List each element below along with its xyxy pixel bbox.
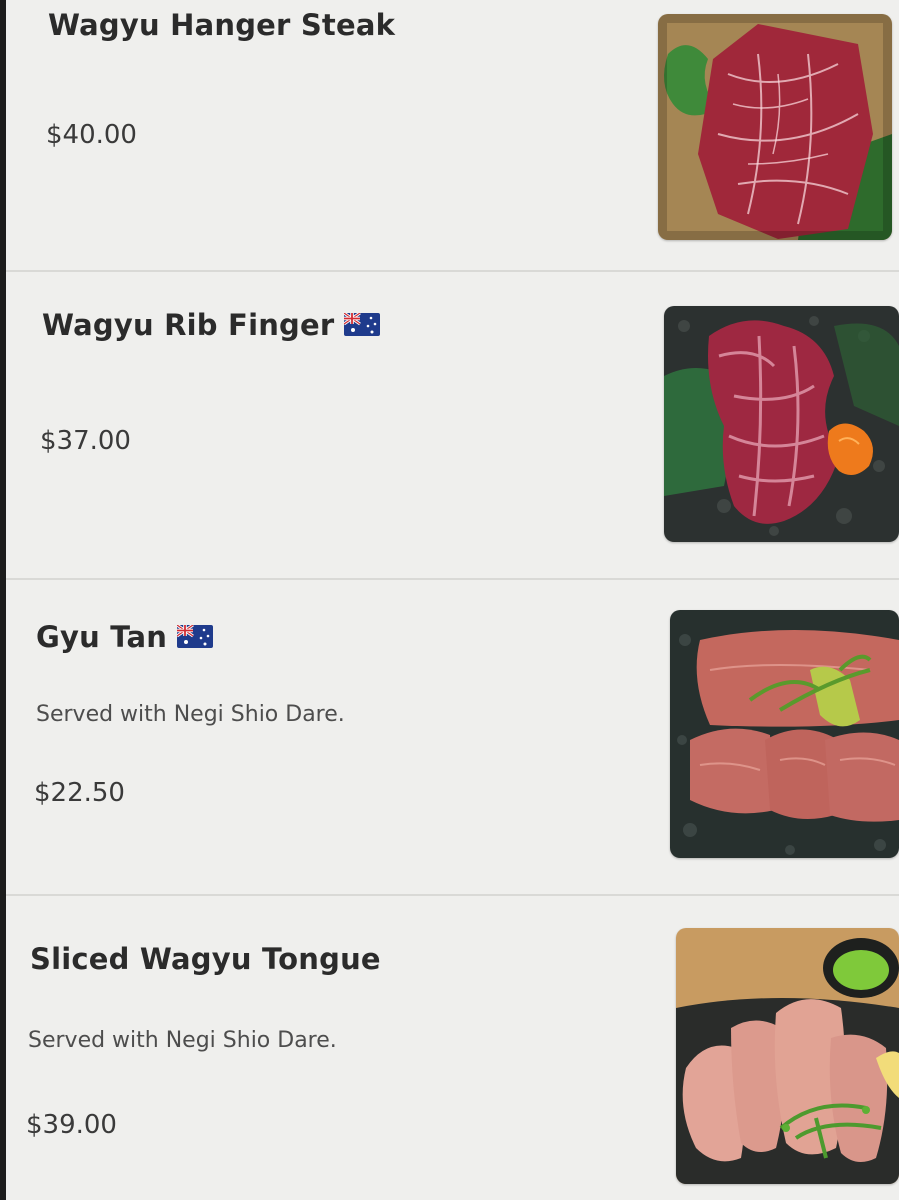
item-description: Served with Negi Shio Dare. (36, 702, 345, 727)
item-name: Wagyu Rib Finger (42, 308, 381, 342)
wagyu-hanger-steak-photo[interactable] (658, 14, 892, 240)
australia-flag-icon (177, 624, 214, 648)
wagyu-rib-finger-photo[interactable] (664, 306, 899, 542)
item-description: Served with Negi Shio Dare. (28, 1028, 337, 1053)
item-name: Sliced Wagyu Tongue (30, 942, 381, 976)
menu-item[interactable]: Sliced Wagyu Tongue Served with Negi Shi… (6, 896, 899, 1200)
item-price: $40.00 (46, 120, 137, 150)
item-name: Gyu Tan (36, 620, 214, 654)
item-name-text: Wagyu Hanger Steak (48, 8, 396, 42)
menu-item[interactable]: Gyu Tan Served with Negi Shio Dare. $22.… (6, 580, 899, 894)
item-price: $39.00 (26, 1110, 117, 1140)
sliced-wagyu-tongue-photo[interactable] (676, 928, 899, 1184)
australia-flag-icon (344, 312, 381, 336)
item-name-text: Sliced Wagyu Tongue (30, 942, 381, 976)
menu-screen: Wagyu Hanger Steak $40.00 Wagyu Rib Fing… (6, 0, 899, 1200)
item-name: Wagyu Hanger Steak (48, 8, 395, 42)
item-price: $37.00 (40, 426, 131, 456)
menu-item[interactable]: Wagyu Rib Finger $37.00 (6, 272, 899, 578)
item-price: $22.50 (34, 778, 125, 808)
item-name-text: Wagyu Rib Finger (42, 308, 335, 342)
item-name-text: Gyu Tan (36, 620, 168, 654)
menu-item[interactable]: Wagyu Hanger Steak $40.00 (6, 0, 899, 270)
gyu-tan-photo[interactable] (670, 610, 899, 858)
